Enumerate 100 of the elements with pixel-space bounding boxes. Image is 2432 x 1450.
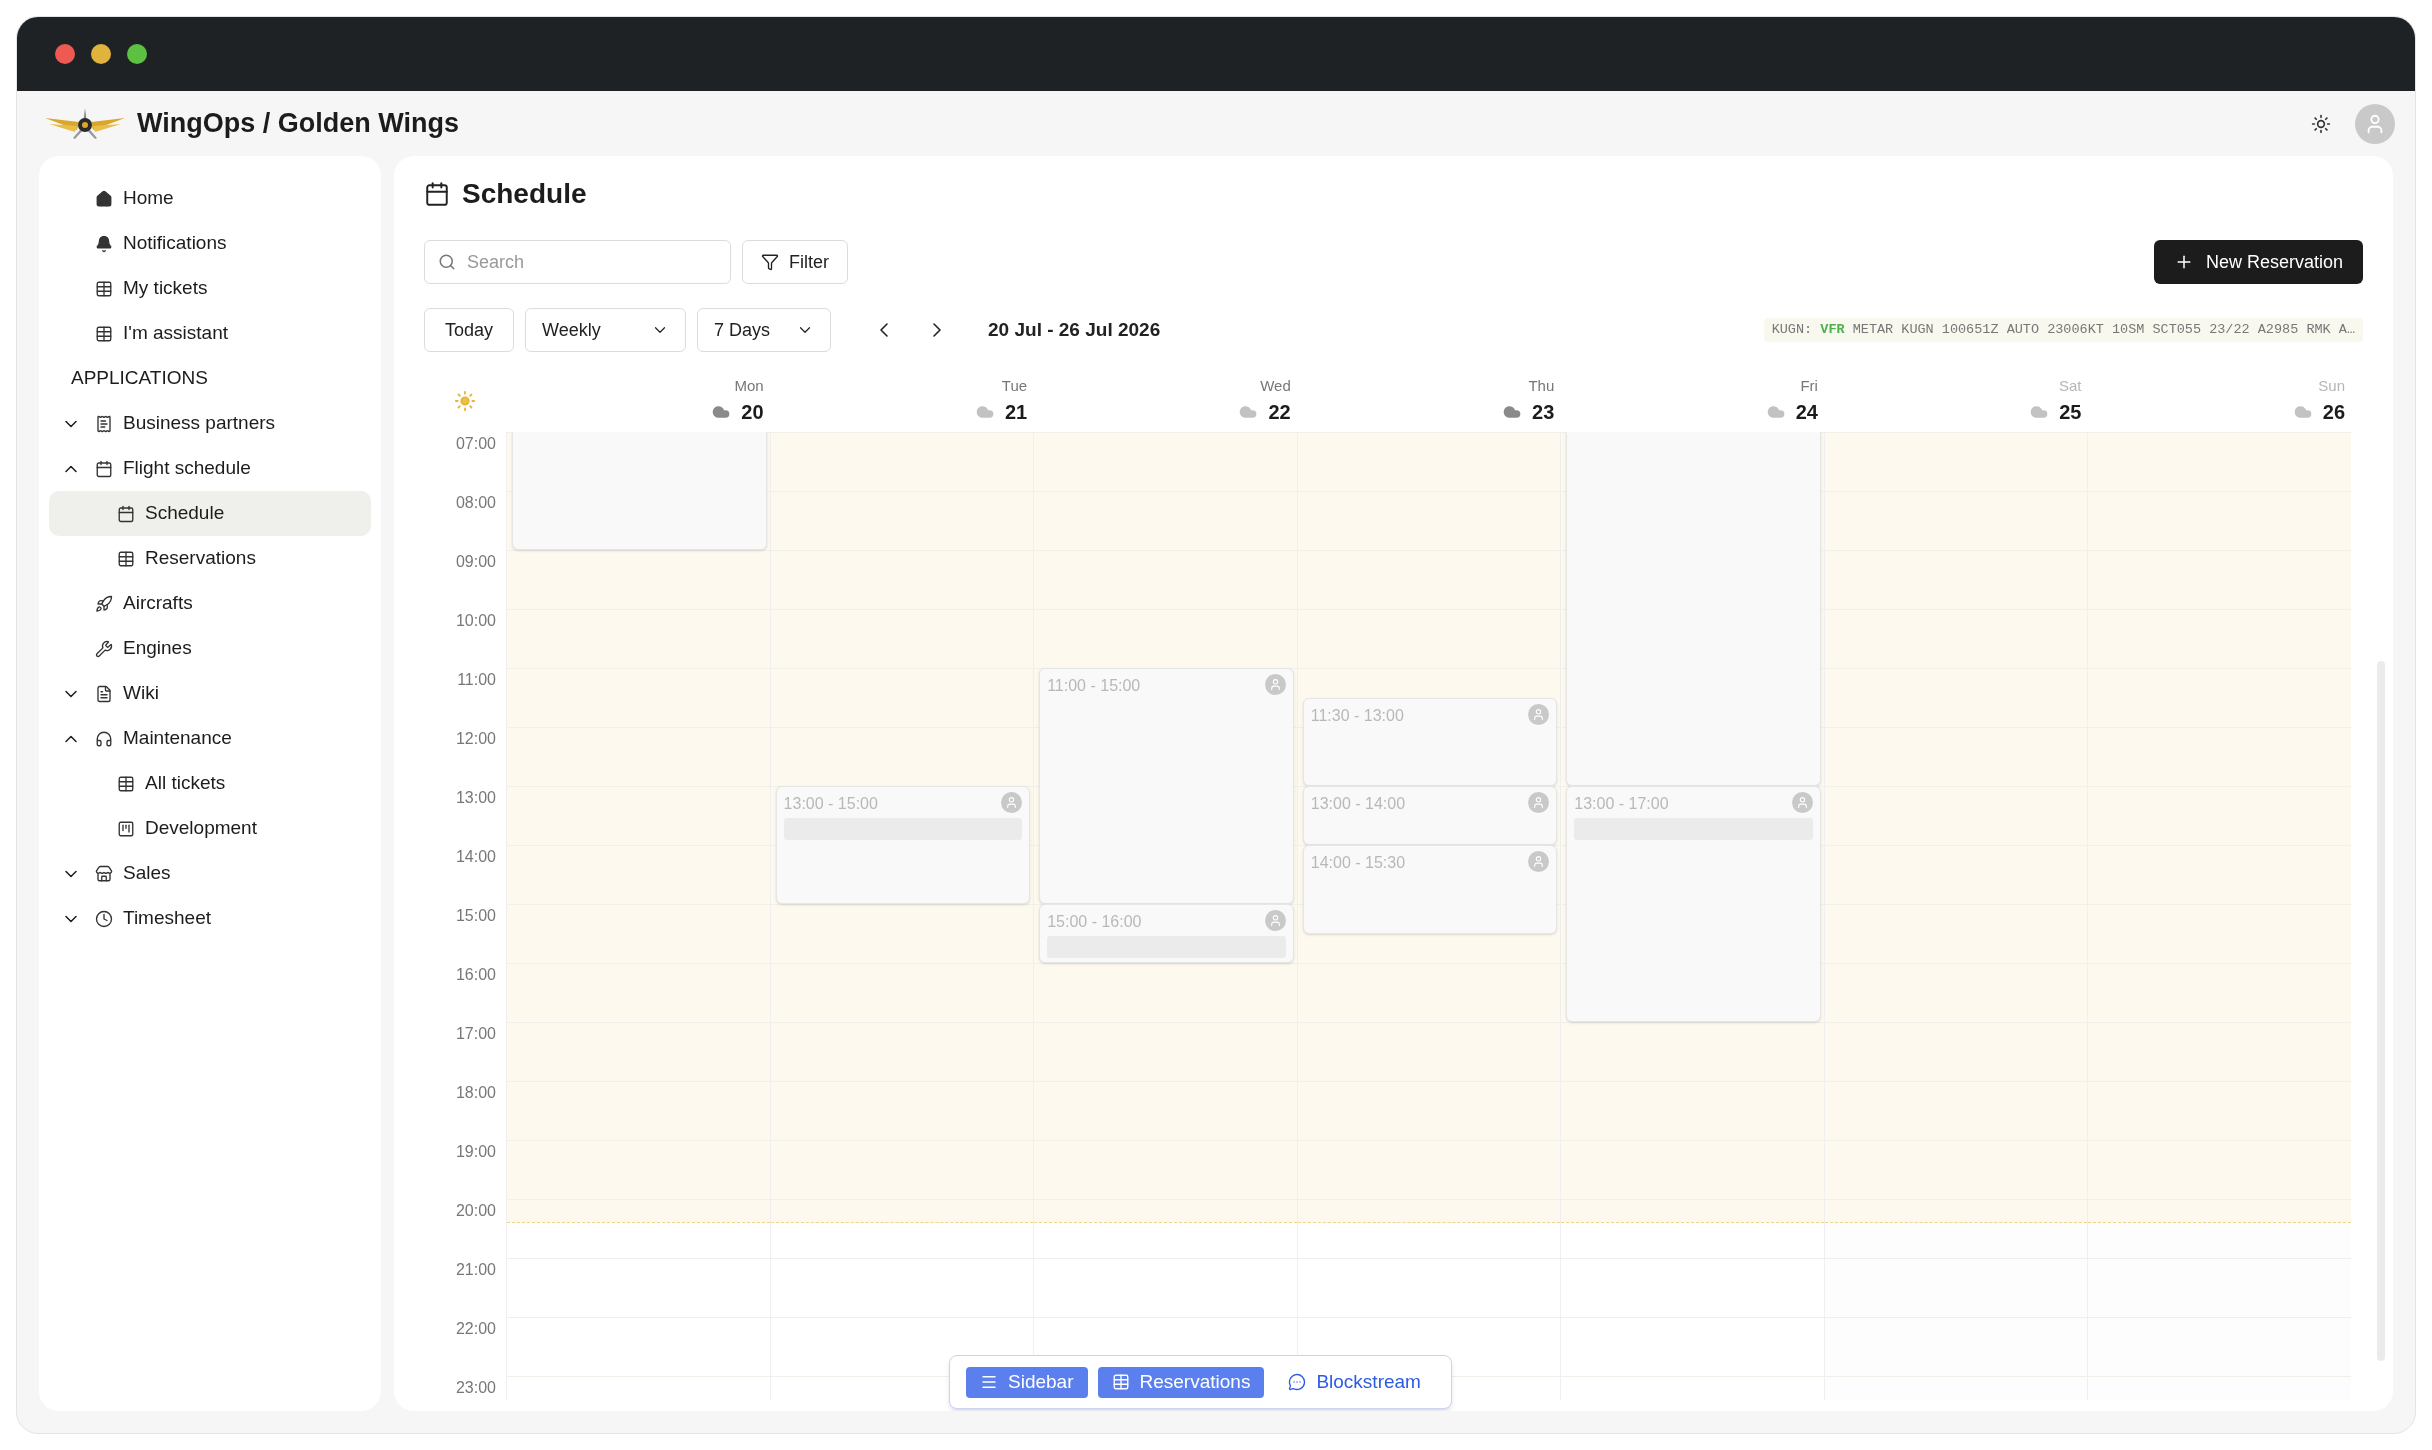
- calendar-icon: [95, 459, 113, 478]
- user-avatar-icon: [1528, 851, 1550, 872]
- date-label: 26: [2322, 400, 2346, 426]
- sidebar-item[interactable]: Notifications: [49, 221, 371, 266]
- hour-label: 15:00: [455, 907, 496, 924]
- user-avatar-icon: [1791, 792, 1813, 813]
- hour-label: 16:00: [455, 966, 496, 983]
- date-label: 20: [741, 400, 764, 426]
- sidebar-item[interactable]: Flight schedule: [49, 446, 371, 491]
- user-avatar-icon: [1264, 674, 1286, 695]
- hour-label: 07:00: [455, 435, 496, 452]
- new-reservation-button[interactable]: New Reservation: [2153, 240, 2363, 284]
- menu-icon: [980, 1373, 998, 1391]
- clock-icon: [95, 909, 113, 928]
- view-select[interactable]: Weekly: [525, 308, 687, 352]
- hour-label: 17:00: [455, 1025, 496, 1042]
- sidebar-item[interactable]: Sales: [49, 851, 371, 896]
- sidebar-item[interactable]: I'm assistant: [49, 311, 371, 356]
- table-icon: [117, 774, 135, 793]
- filter-button[interactable]: Filter: [742, 240, 848, 284]
- sidebar-item[interactable]: Wiki: [49, 671, 371, 716]
- reservation-time: 14:00 - 15:30: [1310, 853, 1406, 873]
- rocket-icon: [95, 594, 113, 613]
- reservation-time: 11:30 - 13:00: [1310, 705, 1404, 726]
- calendar-icon: [117, 504, 135, 523]
- user-avatar-icon: [1001, 792, 1023, 813]
- sidebar-item[interactable]: Aircrafts: [49, 581, 371, 626]
- search-field[interactable]: Search: [424, 240, 731, 284]
- table-icon: [95, 324, 113, 343]
- user-avatar-icon: [1528, 703, 1550, 725]
- weekday-label: Sat: [2058, 375, 2082, 396]
- page-title: Schedule: [462, 177, 587, 211]
- bell-icon: [95, 234, 113, 253]
- store-icon: [95, 864, 113, 883]
- hour-label: 12:00: [455, 730, 496, 747]
- sun-icon: [454, 390, 476, 412]
- date-label: 23: [1532, 400, 1555, 426]
- sidebar-item[interactable]: Business partners: [49, 401, 371, 446]
- date-label: 22: [1268, 400, 1291, 426]
- chat-icon: [1288, 1373, 1307, 1391]
- close-window-button[interactable]: [55, 44, 75, 64]
- today-button[interactable]: Today: [424, 308, 515, 352]
- sidebar-item[interactable]: Maintenance: [49, 716, 371, 761]
- toolbar-button[interactable]: Sidebar: [966, 1366, 1088, 1398]
- reservation-time: 13:00 - 17:00: [1574, 794, 1669, 814]
- search-icon: [438, 253, 456, 271]
- hour-label: 13:00: [455, 789, 496, 806]
- hour-label: 20:00: [455, 1202, 496, 1219]
- reservation-time: 11:00 - 15:00: [1047, 676, 1141, 696]
- section-heading: APPLICATIONS: [71, 366, 208, 391]
- kanban-icon: [117, 819, 135, 838]
- wrench-icon: [95, 639, 113, 658]
- date-label: 21: [1004, 400, 1028, 426]
- hour-label: 21:00: [455, 1261, 496, 1278]
- reservation-time: 13:00 - 15:00: [783, 794, 878, 814]
- sidebar-item[interactable]: Engines: [49, 626, 371, 671]
- reservation-time: 15:00 - 16:00: [1047, 912, 1142, 932]
- toolbar-button[interactable]: Reservations: [1097, 1366, 1265, 1398]
- hour-label: 11:00: [457, 671, 496, 688]
- minimize-window-button[interactable]: [91, 44, 111, 64]
- sidebar-item[interactable]: Home: [49, 176, 371, 221]
- hour-label: 18:00: [455, 1084, 496, 1101]
- filter-icon: [761, 253, 779, 271]
- hour-label: 22:00: [455, 1320, 496, 1337]
- weekday-label: Sun: [2318, 375, 2346, 396]
- calendar-icon: [424, 181, 450, 207]
- toolbar-button[interactable]: Blockstream: [1274, 1366, 1435, 1398]
- maximize-window-button[interactable]: [127, 44, 147, 64]
- document-icon: [95, 684, 113, 703]
- weekday-label: Fri: [1800, 375, 1818, 396]
- theme-toggle-icon[interactable]: [2311, 113, 2331, 134]
- document-icon: [95, 414, 113, 433]
- table-icon: [117, 549, 135, 568]
- hour-label: 08:00: [455, 494, 496, 511]
- date-label: 24: [1795, 400, 1818, 426]
- sidebar-item[interactable]: Development: [49, 806, 371, 851]
- date-label: 25: [2059, 400, 2082, 426]
- sidebar-item[interactable]: Timesheet: [49, 896, 371, 941]
- sidebar-item[interactable]: Reservations: [49, 536, 371, 581]
- range-select[interactable]: 7 Days: [697, 308, 832, 352]
- hour-label: 14:00: [455, 848, 496, 865]
- sidebar-item[interactable]: All tickets: [49, 761, 371, 806]
- weekday-label: Wed: [1260, 375, 1291, 396]
- date-range: 20 Jul - 26 Jul 2026: [988, 317, 1161, 342]
- hour-label: 09:00: [455, 553, 496, 570]
- weekday-label: Tue: [1001, 375, 1028, 396]
- metar-report: KUGN: VFR METAR KUGN 100651Z AUTO 23006KT 10SM SCT055 23/22 A2985 RMK A…: [1763, 317, 2363, 343]
- weekday-label: Thu: [1528, 375, 1555, 396]
- user-avatar-icon: [1528, 792, 1550, 813]
- headphones-icon: [95, 729, 113, 748]
- table-icon: [95, 279, 113, 298]
- sidebar-item[interactable]: Schedule: [49, 491, 371, 536]
- weekday-label: Mon: [734, 375, 764, 396]
- table-icon: [1111, 1373, 1130, 1391]
- home-icon: [95, 189, 113, 208]
- app-title: WingOps / Golden Wings: [137, 107, 459, 141]
- user-avatar-icon: [1264, 910, 1286, 931]
- hour-label: 19:00: [455, 1143, 496, 1160]
- sidebar-item[interactable]: My tickets: [49, 266, 371, 311]
- hour-label: 10:00: [455, 612, 496, 629]
